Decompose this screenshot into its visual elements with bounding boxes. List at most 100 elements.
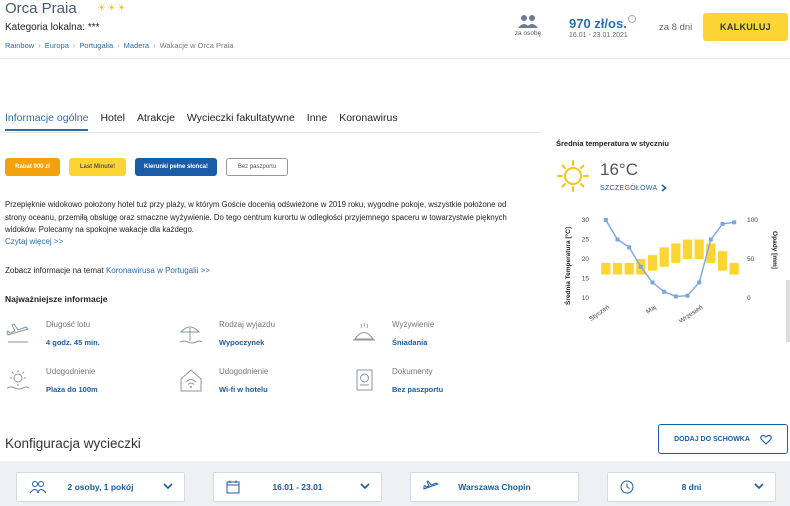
feature-value: Wypoczynek	[219, 338, 265, 347]
feature-label: Wyżywienie	[392, 320, 435, 329]
chevron-down-icon	[163, 483, 173, 490]
chevron-right-icon	[661, 184, 667, 192]
x-tick-label: Styczeń	[588, 304, 611, 322]
chart-ylabel: Średnia Temperatura [°C]	[563, 227, 572, 305]
breadcrumb-rainbow[interactable]: Rainbow	[5, 41, 34, 50]
rain-point	[697, 280, 702, 285]
departure-select-value: Warszawa Chopin	[458, 482, 531, 492]
rain-point	[720, 221, 725, 226]
rain-point	[615, 237, 620, 242]
scrollbar-edge[interactable]	[786, 280, 790, 342]
feature-documents: Dokumenty Bez paszportu	[351, 367, 511, 397]
weather-details-link[interactable]: SZCZEGÓŁOWA	[600, 184, 667, 192]
tab-hotel[interactable]: Hotel	[100, 112, 125, 131]
y-tick-label: 20	[582, 256, 590, 263]
calculate-button[interactable]: KALKULUJ	[703, 13, 788, 41]
badge-discount[interactable]: Rabat 900 zł	[5, 158, 60, 176]
badge-last-minute[interactable]: Last Minute!	[69, 158, 126, 176]
breadcrumb-separator-icon: ›	[72, 41, 76, 50]
y-tick-label: 30	[582, 217, 590, 224]
weather-chart: 30 25 20 15 10 100 50 0 Styczeń Maj Wrzesień Śre…	[563, 217, 778, 322]
sun-sea-icon	[6, 370, 30, 390]
read-more-link[interactable]: Czytaj więcej >>	[5, 237, 63, 246]
breadcrumb-separator-icon: ›	[153, 41, 156, 50]
weather-title: Średnia temperatura w styczniu	[556, 139, 669, 148]
x-tick-label: Maj	[645, 304, 658, 316]
tab-wycieczki[interactable]: Wycieczki fakultatywne	[187, 112, 295, 131]
feature-trip-type: Rodzaj wyjazdu Wypoczynek	[178, 320, 338, 350]
price-dates: 16.01 - 23.01.2021	[569, 32, 628, 39]
temperature-bar	[717, 251, 728, 271]
breadcrumb-portugalia[interactable]: Portugalia	[79, 41, 113, 50]
hotel-name: Orca Praia	[5, 0, 77, 17]
y-right-tick-label: 100	[747, 217, 758, 224]
feature-label: Długość lotu	[46, 320, 91, 329]
feature-board: Wyżywienie Śniadania	[351, 320, 511, 350]
temperature-bar	[729, 262, 739, 275]
tab-atrakcje[interactable]: Atrakcje	[137, 112, 175, 131]
tab-koronawirus[interactable]: Koronawirus	[339, 112, 397, 131]
feature-wifi: Udogodnienie Wi-fi w hotelu	[178, 367, 338, 397]
info-icon[interactable]: i	[628, 15, 636, 23]
rain-point	[685, 293, 690, 298]
breadcrumb-separator-icon: ›	[38, 41, 41, 50]
food-tray-icon	[353, 322, 375, 341]
breadcrumb-madera[interactable]: Madera	[124, 41, 149, 50]
plane-icon	[6, 323, 29, 343]
hotel-description: Przepięknie widokowo położony hotel tuż …	[5, 200, 507, 234]
departure-select[interactable]: Warszawa Chopin	[410, 472, 579, 502]
y-tick-label: 25	[582, 237, 590, 244]
rain-point	[627, 245, 632, 250]
tab-inne[interactable]: Inne	[307, 112, 327, 131]
passport-icon	[356, 369, 373, 391]
trip-duration: za 8 dni	[659, 22, 693, 33]
tabs: Informacje ogólne Hotel Atrakcje Wyciecz…	[5, 112, 398, 131]
feature-value: Śniadania	[392, 338, 428, 347]
dates-select-value: 16.01 - 23.01	[272, 482, 323, 492]
badge-sun[interactable]: Kierunki pełne słońca!	[135, 158, 217, 176]
tab-informacje[interactable]: Informacje ogólne	[5, 112, 89, 131]
feature-value: 4 godz. 45 min.	[46, 338, 100, 347]
header-divider	[0, 58, 790, 59]
rain-point	[603, 218, 608, 222]
sun-icon	[557, 160, 589, 192]
persons-select[interactable]: 2 osoby, 1 pokój	[16, 472, 185, 502]
feature-value: Wi-fi w hotelu	[219, 385, 268, 394]
chart-ylabel-right: Opady [mm]	[771, 231, 778, 269]
x-tick-label: Wrzesień	[678, 304, 704, 322]
weather-details-label: SZCZEGÓŁOWA	[600, 184, 658, 192]
y-right-tick-label: 50	[747, 256, 755, 263]
tabs-divider	[0, 132, 540, 133]
temperature-bar	[612, 262, 623, 275]
feature-label: Udogodnienie	[219, 367, 269, 376]
beach-umbrella-icon	[179, 326, 203, 344]
add-to-wishlist-button[interactable]: DODAJ DO SCHOWKA	[658, 424, 788, 454]
badge-no-passport[interactable]: Bez paszportu	[226, 158, 288, 176]
temperature-value: 16°C	[600, 160, 638, 179]
price: 970 zł/os.	[569, 16, 627, 31]
temperature-bar	[647, 255, 658, 271]
config-title: Konfiguracja wycieczki	[5, 436, 141, 451]
corona-link[interactable]: Koronawirusa w Portugalii >>	[106, 266, 210, 275]
important-info-title: Najważniejsze informacje	[5, 294, 108, 304]
y-tick-label: 15	[582, 276, 590, 283]
duration-select[interactable]: 8 dni	[607, 472, 776, 502]
breadcrumb-europa[interactable]: Europa	[45, 41, 69, 50]
dates-select[interactable]: 16.01 - 23.01	[213, 472, 382, 502]
chevron-down-icon	[360, 483, 370, 490]
rain-point	[708, 237, 713, 242]
temperature-bar	[671, 243, 681, 263]
chevron-down-icon	[754, 483, 764, 490]
add-to-wishlist-label: DODAJ DO SCHOWKA	[674, 435, 750, 443]
heart-icon	[760, 434, 772, 445]
temperature-bar	[624, 262, 634, 275]
breadcrumb-separator-icon: ›	[117, 41, 120, 50]
persons-label: za osobę	[514, 30, 542, 37]
rain-point	[638, 264, 643, 269]
temperature-bar	[601, 262, 611, 275]
breadcrumb: Rainbow › Europa › Portugalia › Madera ›…	[5, 41, 234, 50]
breadcrumb-current: Wakacje w Orca Praia	[159, 41, 234, 50]
feature-label: Udogodnienie	[46, 367, 96, 376]
corona-prefix: Zobacz informacje na temat	[5, 266, 106, 275]
rain-point	[662, 289, 667, 294]
